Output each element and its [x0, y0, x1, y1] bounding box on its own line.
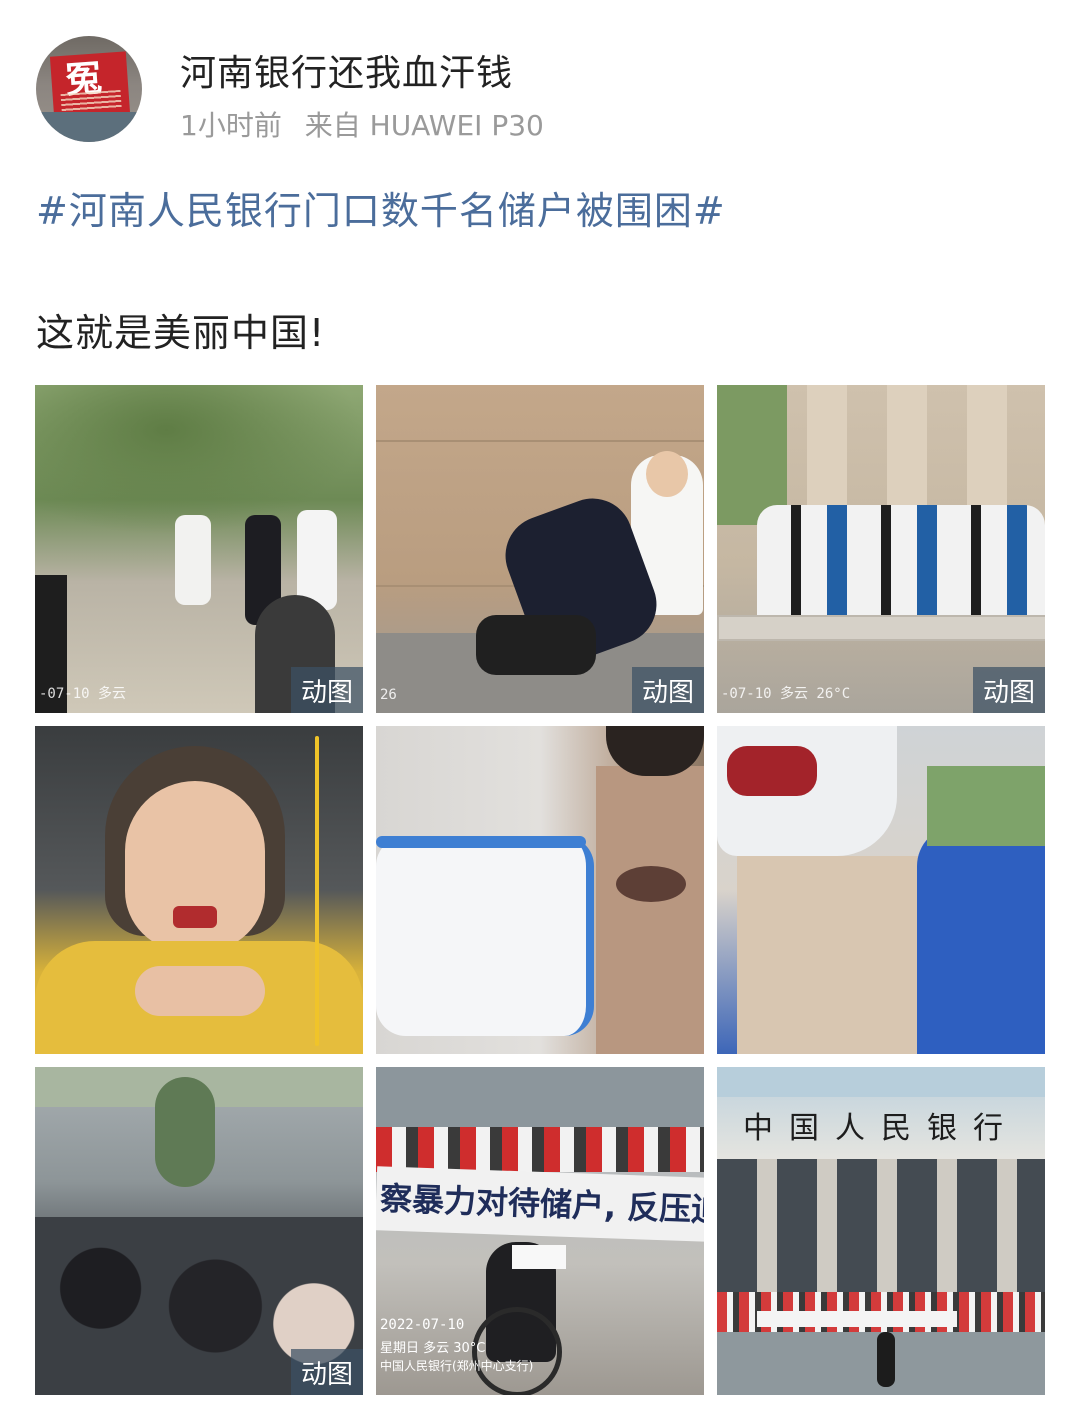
- image-8-protest-banner-wheelchair[interactable]: 察暴力对待储户, 反压迫, 2022-07-10 星期日 多云 30°C 中国人…: [376, 1067, 704, 1395]
- image-4-injured-woman-bleeding-mouth[interactable]: [35, 726, 363, 1054]
- image-8-stamp-weather: 星期日 多云 30°C: [380, 1341, 486, 1356]
- image-9-bank-facade-crowd[interactable]: 中国人民银行: [717, 1067, 1045, 1395]
- image-9-facade-text: 中国人民银行: [743, 1111, 1019, 1146]
- hashtag-link[interactable]: #河南人民银行门口数千名储户被围困#: [36, 180, 726, 235]
- image-8-stamp-location: 中国人民银行(郑州中心支行): [380, 1359, 534, 1373]
- image-2-gif-badge: 动图: [632, 667, 704, 713]
- avatar[interactable]: 冤: [36, 36, 142, 142]
- post-time: 1小时前: [180, 109, 282, 142]
- image-1-gif-badge: 动图: [291, 667, 363, 713]
- user-name[interactable]: 河南银行还我血汗钱: [180, 44, 513, 96]
- image-8-banner-text: 察暴力对待储户, 反压迫,: [376, 1166, 704, 1242]
- image-3-crowd-at-pillars[interactable]: -07-10 多云 26°C 动图: [717, 385, 1045, 713]
- image-5-bruised-eye-closeup[interactable]: [376, 726, 704, 1054]
- image-3-stamp: -07-10 多云 26°C: [721, 686, 851, 702]
- image-2-stamp: 26: [380, 687, 397, 703]
- image-3-gif-badge: 动图: [973, 667, 1045, 713]
- post-header: 冤 河南银行还我血汗钱 1小时前 来自 HUAWEI P30: [36, 36, 1044, 146]
- post-meta: 1小时前 来自 HUAWEI P30: [180, 104, 544, 144]
- post-source: 来自 HUAWEI P30: [304, 109, 544, 142]
- image-grid: -07-10 多云 动图 26 动图 -07-10 多云 26°C 动图 动图 …: [35, 385, 1045, 1395]
- image-8-stamp-date: 2022-07-10: [380, 1317, 465, 1333]
- post-text: 这就是美丽中国!: [36, 311, 326, 355]
- image-2-person-pushed-down[interactable]: 26 动图: [376, 385, 704, 713]
- image-7-gif-badge: 动图: [291, 1349, 363, 1395]
- image-1-stamp: -07-10 多云: [39, 686, 127, 702]
- image-7-seated-crowd[interactable]: 动图: [35, 1067, 363, 1395]
- image-6-bloody-mask[interactable]: [717, 726, 1045, 1054]
- avatar-banner: 冤: [49, 51, 131, 119]
- image-1-scuffle-under-trees[interactable]: -07-10 多云 动图: [35, 385, 363, 713]
